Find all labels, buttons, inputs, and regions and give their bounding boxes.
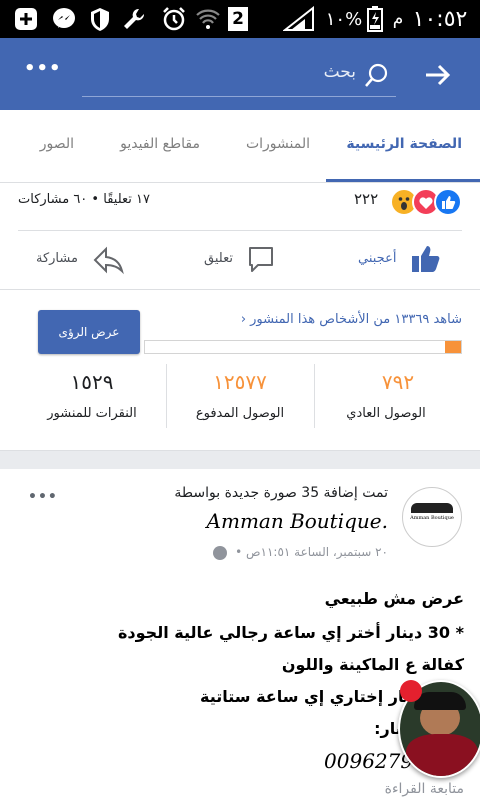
post-clicks-label: النقرات للمنشور [47,406,137,421]
post-more-button[interactable]: ••• [28,489,58,505]
arrow-forward-icon[interactable] [424,62,452,88]
organic-reach-label: الوصول العادي [346,406,426,421]
sim-icon: 2 [226,6,250,32]
battery-percent: ١٠% [325,8,363,30]
divider [314,364,315,428]
post-header: تمت إضافة 35 صورة جديدة بواسطة [174,485,388,501]
post-time: ٢٠ سبتمبر، الساعة ١١:٥١ص • [235,545,388,559]
tab-posts[interactable]: المنشورات [246,136,310,152]
page-name-link[interactable]: .Amman Boutique [207,509,388,533]
paid-reach-fill [145,341,446,353]
like-icon [434,188,462,216]
share-icon [92,245,124,275]
reactions-row: ١٧ تعليقًا • ٦٠ مشاركات ٢٢٢ [0,182,480,230]
chevron-left-icon: ‹ [240,312,247,327]
comment-label: تعليق [204,251,233,266]
tab-videos[interactable]: مقاطع الفيديو [120,136,200,152]
post-timestamp[interactable]: ٢٠ سبتمبر، الساعة ١١:٥١ص • [213,545,388,560]
post-insights: عرض الرؤى شاهد ١٣٣٦٩ من الأشخاص هذا المن… [0,290,480,450]
view-insights-button[interactable]: عرض الرؤى [38,310,140,354]
signal-icon [282,6,316,32]
thumbs-up-icon [410,243,442,275]
search-bar[interactable]: بحث [82,56,396,97]
tab-photos[interactable]: الصور [40,136,74,152]
more-options-button[interactable]: ••• [24,58,61,88]
status-bar: 2 ١٠% م ١٠:٥٢ [0,0,480,38]
post-text-line: عرض مش طبيعي [324,589,464,608]
search-icon [364,62,390,88]
post-actions: مشاركة تعليق أعجبني [0,231,480,289]
chat-head-badge [400,680,422,702]
seen-by-label: شاهد ١٣٣٦٩ من الأشخاص هذا المنشور [250,312,462,327]
app-bar: ••• بحث [0,38,480,110]
post-clicks-value: ١٥٢٩ [70,370,114,394]
post-text-line: * 30 دينار أختر إي ساعة رجالي عالية الجو… [117,623,464,642]
avatar-label: Amman Boutique [410,515,454,521]
organic-reach-value: ٧٩٢ [381,370,415,394]
tab-home[interactable]: الصفحة الرئيسية [346,136,462,152]
like-button[interactable]: أعجبني [356,243,446,275]
comment-button[interactable]: تعليق [198,245,288,275]
feed-separator [0,450,480,469]
time-period: م [392,9,404,29]
reach-progress-bar [144,340,462,354]
wrench-icon [120,6,148,32]
messenger-icon [50,6,78,32]
post-text-line: كفالة ع الماكينة واللون [281,655,464,674]
globe-icon [213,545,228,560]
see-more-link[interactable]: متابعة القراءة [385,781,464,797]
divider [166,364,167,428]
comment-icon [246,245,276,275]
shield-icon [86,6,114,32]
organic-reach-fill [445,341,461,353]
clock: ١٠:٥٢ [412,6,468,32]
share-label: مشاركة [36,251,78,266]
seen-by-text[interactable]: شاهد ١٣٣٦٩ من الأشخاص هذا المنشور‹ [241,312,462,327]
sim-count: 2 [228,7,248,31]
reaction-count[interactable]: ٢٢٢ [354,190,378,208]
alarm-icon [160,6,188,32]
page-avatar[interactable]: Amman Boutique [402,487,462,547]
paid-reach-label: الوصول المدفوع [195,406,285,421]
search-input[interactable]: بحث [324,62,356,82]
view-insights-label: عرض الرؤى [38,310,140,354]
comments-shares-summary[interactable]: ١٧ تعليقًا • ٦٠ مشاركات [18,192,150,207]
share-button[interactable]: مشاركة [30,245,130,275]
like-label: أعجبني [358,251,397,266]
add-icon [12,6,40,32]
battery-icon [366,6,384,32]
paid-reach-value: ١٢٥٧٧ [213,370,267,394]
page-tabs: الصفحة الرئيسية المنشورات مقاطع الفيديو … [0,110,480,183]
wifi-icon [194,6,222,32]
